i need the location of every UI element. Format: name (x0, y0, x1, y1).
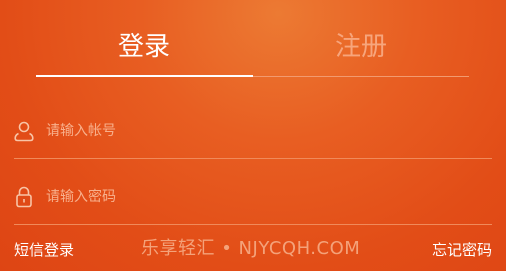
user-icon (14, 120, 34, 142)
lock-icon (14, 186, 34, 208)
tab-login[interactable]: 登录 (36, 30, 252, 64)
sms-login-link[interactable]: 短信登录 (14, 240, 74, 260)
tab-register[interactable]: 注册 (253, 30, 469, 64)
active-tab-indicator (36, 75, 253, 77)
account-field (14, 112, 492, 159)
auth-tabs: 登录 注册 (36, 24, 469, 78)
password-field (14, 178, 492, 225)
watermark-text: 乐享轻汇 • NJYCQH.COM (141, 238, 361, 259)
password-underline (14, 224, 492, 225)
account-underline (14, 158, 492, 159)
account-input[interactable] (46, 119, 486, 143)
forgot-password-link[interactable]: 忘记密码 (432, 240, 492, 260)
password-input[interactable] (46, 185, 486, 209)
tab-divider (253, 76, 469, 77)
